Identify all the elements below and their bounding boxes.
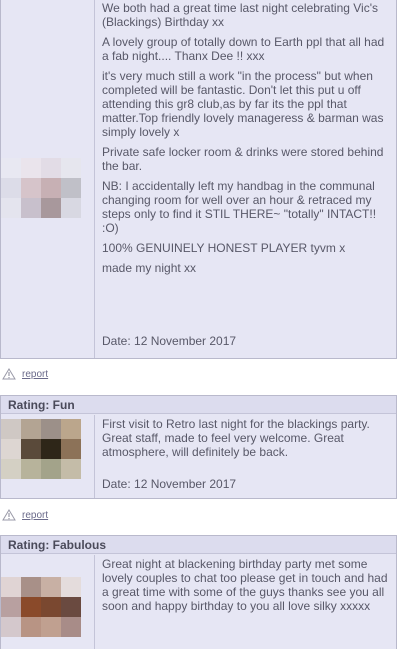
avatar-pixel [41, 439, 61, 459]
avatar-pixel [21, 597, 41, 617]
avatar-pixel [21, 178, 41, 198]
review-paragraph: First visit to Retro last night for the … [102, 417, 370, 459]
avatar-pixel [21, 577, 41, 597]
avatar-pixel [21, 198, 41, 218]
avatar-pixel [1, 158, 21, 178]
avatar-pixel [61, 459, 81, 479]
avatar-pixel [61, 198, 81, 218]
rating-heading: Rating: Fun [1, 396, 396, 414]
avatar-pixel [61, 178, 81, 198]
review-paragraph: 100% GENUINELY HONEST PLAYER tyvm x [102, 241, 346, 255]
review-text: We both had a great time last night cele… [102, 1, 392, 281]
reviewer-avatar[interactable] [1, 577, 81, 637]
column-divider [94, 555, 95, 649]
avatar-pixel [21, 439, 41, 459]
column-divider [94, 0, 95, 358]
avatar-pixel [21, 617, 41, 637]
warning-icon [2, 509, 16, 521]
report-link-row: report [2, 367, 48, 381]
avatar-pixel [21, 459, 41, 479]
review-paragraph: Great night at blackening birthday party… [102, 557, 388, 613]
review-paragraph: Private safe locker room & drinks were s… [102, 145, 384, 173]
avatar-pixel [61, 158, 81, 178]
avatar-pixel [1, 439, 21, 459]
avatar-pixel [1, 577, 21, 597]
avatar-pixel [1, 178, 21, 198]
review-paragraph: A lovely group of totally down to Earth … [102, 35, 385, 63]
review-paragraph: it's very much still a work "in the proc… [102, 69, 384, 139]
avatar-pixel [1, 419, 21, 439]
review-card-1: We both had a great time last night cele… [0, 0, 397, 359]
report-link[interactable]: report [22, 369, 48, 380]
avatar-pixel [21, 419, 41, 439]
review-card-2: Rating: Fun First visit to Retro last ni… [0, 395, 397, 499]
review-paragraph: NB: I accidentally left my handbag in th… [102, 179, 377, 235]
review-date: Date: 12 November 2017 [102, 334, 237, 348]
report-link-row: report [2, 508, 48, 522]
avatar-pixel [61, 577, 81, 597]
review-paragraph: made my night xx [102, 261, 197, 275]
avatar-pixel [61, 439, 81, 459]
avatar-pixel [61, 617, 81, 637]
warning-icon [2, 368, 16, 380]
review-sidebar [1, 555, 95, 649]
review-card-3: Rating: Fabulous Great night at blackeni… [0, 535, 397, 649]
avatar-pixel [41, 158, 61, 178]
avatar-pixel [1, 459, 21, 479]
report-link[interactable]: report [22, 510, 48, 521]
avatar-pixel [41, 459, 61, 479]
reviewer-avatar[interactable] [1, 419, 81, 479]
reviewer-avatar[interactable] [1, 158, 81, 218]
avatar-pixel [41, 178, 61, 198]
review-sidebar [1, 415, 95, 499]
avatar-pixel [61, 419, 81, 439]
review-sidebar [1, 0, 95, 360]
avatar-pixel [1, 198, 21, 218]
avatar-pixel [41, 617, 61, 637]
review-text: First visit to Retro last night for the … [102, 417, 392, 465]
avatar-pixel [21, 158, 41, 178]
avatar-pixel [61, 597, 81, 617]
avatar-pixel [41, 577, 61, 597]
avatar-pixel [1, 617, 21, 637]
avatar-pixel [41, 419, 61, 439]
review-date: Date: 12 November 2017 [102, 477, 237, 491]
review-paragraph: We both had a great time last night cele… [102, 1, 379, 29]
rating-heading: Rating: Fabulous [1, 536, 396, 554]
review-text: Great night at blackening birthday party… [102, 557, 392, 619]
avatar-pixel [41, 597, 61, 617]
column-divider [94, 415, 95, 498]
avatar-pixel [41, 198, 61, 218]
avatar-pixel [1, 597, 21, 617]
